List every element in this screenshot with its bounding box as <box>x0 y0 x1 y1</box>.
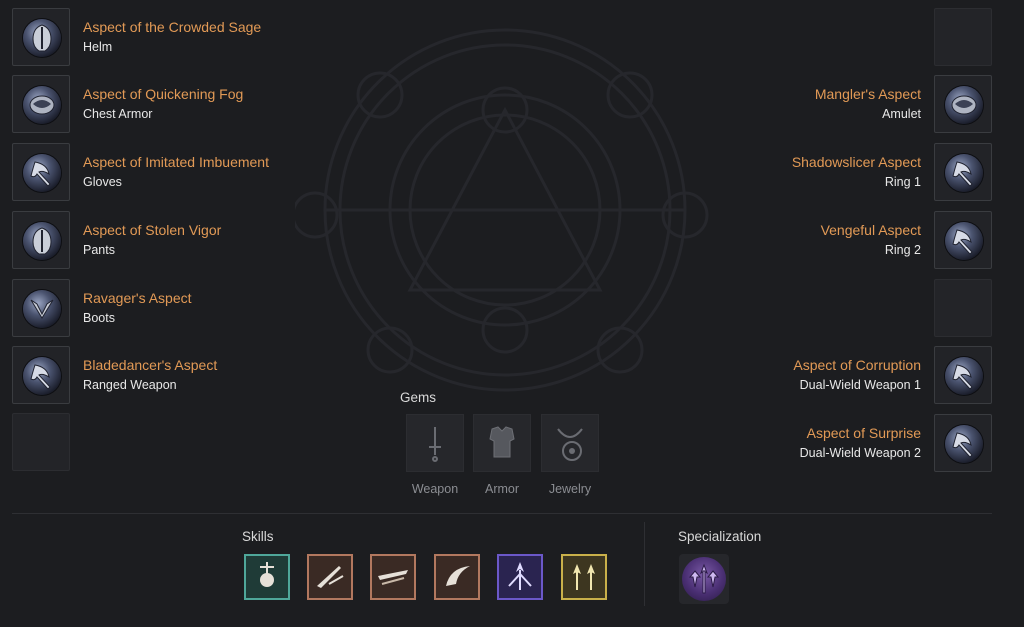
skill-slot-1[interactable] <box>244 554 290 600</box>
jewelry-gem-label: Jewelry <box>548 482 592 496</box>
axe-aspect-icon <box>23 357 61 395</box>
left-aspect-slot-6[interactable] <box>12 346 70 404</box>
left-aspect-slot-5[interactable] <box>12 279 70 337</box>
left-aspect-slot-2[interactable] <box>12 75 70 133</box>
combo-specialization-icon <box>682 557 726 601</box>
aspect-slot-label: Ranged Weapon <box>83 378 177 392</box>
gems-title: Gems <box>400 390 437 405</box>
skill-slot-4[interactable] <box>434 554 480 600</box>
skill-slot-6[interactable] <box>561 554 607 600</box>
jewelry-gem-slot[interactable] <box>541 414 599 472</box>
empty-aspect-slot[interactable] <box>12 413 70 471</box>
axe-aspect-icon <box>945 357 983 395</box>
aspect-slot-label: Ring 2 <box>884 243 921 257</box>
right-aspect-slot-3[interactable] <box>934 211 992 269</box>
aspect-slot-label: Pants <box>83 243 115 257</box>
section-divider-vertical <box>644 522 645 606</box>
skull-trap-skill-icon <box>260 562 274 587</box>
helm-aspect-icon <box>23 222 61 260</box>
skills-title: Skills <box>242 529 274 544</box>
helm-aspect-icon <box>23 19 61 57</box>
aspect-name[interactable]: Vengeful Aspect <box>821 222 921 238</box>
claw-skill-icon <box>446 566 470 586</box>
skill-slot-5[interactable] <box>497 554 543 600</box>
empty-aspect-slot[interactable] <box>934 279 992 337</box>
left-aspect-slot-4[interactable] <box>12 211 70 269</box>
right-aspect-slot-5[interactable] <box>934 414 992 472</box>
aspect-slot-label: Helm <box>83 40 113 54</box>
axe-aspect-icon <box>23 154 61 192</box>
aspect-name[interactable]: Aspect of Quickening Fog <box>83 86 243 102</box>
dash-skill-icon <box>378 570 408 585</box>
weapon-gem-slot[interactable] <box>406 414 464 472</box>
aspect-name[interactable]: Shadowslicer Aspect <box>792 154 921 170</box>
aspect-slot-label: Chest Armor <box>83 107 153 121</box>
skill-slot-2[interactable] <box>307 554 353 600</box>
armor-icon <box>489 426 515 458</box>
background-sigil-decoration <box>295 28 709 392</box>
aspect-slot-label: Ring 1 <box>884 175 921 189</box>
chest-aspect-icon <box>945 86 983 124</box>
specialization-title: Specialization <box>678 529 762 544</box>
specialization-button[interactable] <box>679 554 729 604</box>
axe-aspect-icon <box>945 154 983 192</box>
aspect-name[interactable]: Ravager's Aspect <box>83 290 192 306</box>
aspect-name[interactable]: Mangler's Aspect <box>815 86 921 102</box>
right-aspect-slot-4[interactable] <box>934 346 992 404</box>
section-divider <box>12 513 992 514</box>
empty-aspect-slot[interactable] <box>934 8 992 66</box>
aspect-slot-label: Dual-Wield Weapon 2 <box>799 446 921 460</box>
twin-arrow-skill-icon <box>573 564 595 590</box>
right-aspect-slot-1[interactable] <box>934 75 992 133</box>
right-aspect-slot-2[interactable] <box>934 143 992 201</box>
armor-gem-slot[interactable] <box>473 414 531 472</box>
aspect-slot-label: Gloves <box>83 175 122 189</box>
axe-aspect-icon <box>945 222 983 260</box>
aspect-slot-label: Boots <box>83 311 115 325</box>
skill-slot-3[interactable] <box>370 554 416 600</box>
aspect-slot-label: Dual-Wield Weapon 1 <box>799 378 921 392</box>
left-aspect-slot-1[interactable] <box>12 8 70 66</box>
amulet-icon <box>557 428 583 461</box>
aspect-name[interactable]: Aspect of Surprise <box>807 425 921 441</box>
aspect-name[interactable]: Aspect of Stolen Vigor <box>83 222 221 238</box>
aspect-name[interactable]: Aspect of Corruption <box>793 357 921 373</box>
arrow-burst-skill-icon <box>508 562 532 590</box>
aspect-name[interactable]: Aspect of the Crowded Sage <box>83 19 261 35</box>
aspect-name[interactable]: Aspect of Imitated Imbuement <box>83 154 269 170</box>
blade-skill-icon <box>317 566 344 588</box>
aspect-name[interactable]: Bladedancer's Aspect <box>83 357 217 373</box>
dagger-icon <box>429 427 441 462</box>
axe-aspect-icon <box>945 425 983 463</box>
chest-aspect-icon <box>23 86 61 124</box>
aspect-slot-label: Amulet <box>882 107 921 121</box>
wing-aspect-icon <box>23 290 61 328</box>
left-aspect-slot-3[interactable] <box>12 143 70 201</box>
